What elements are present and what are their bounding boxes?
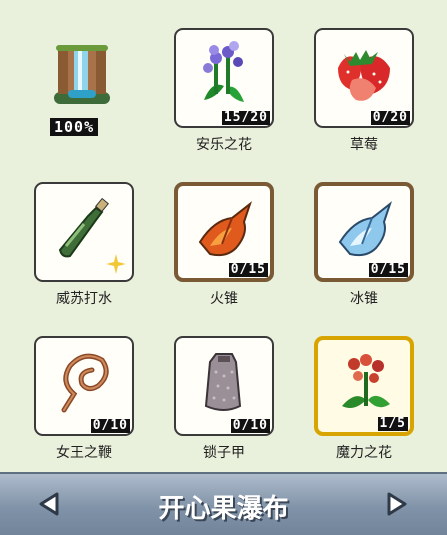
item-slot-strawberry[interactable]: 0/20 — [314, 28, 414, 128]
item-slot-soda[interactable] — [34, 182, 134, 282]
item-count: 0/15 — [368, 262, 408, 277]
item-label: 锁子甲 — [203, 445, 245, 461]
item-slot-queen-whip[interactable]: 0/10 — [34, 336, 134, 436]
ice-cone-icon — [338, 201, 392, 257]
item-slot-magic-flower[interactable]: 1/5 — [314, 336, 414, 436]
waterfall-icon — [54, 45, 110, 104]
item-slot-fire-cone[interactable]: 0/15 — [174, 182, 274, 282]
location-title: 开心果瀑布 — [158, 494, 289, 524]
item-label: 安乐之花 — [196, 137, 252, 153]
item-slot-lavender[interactable]: 15/20 — [174, 28, 274, 128]
sparkle-icon — [106, 254, 126, 274]
item-slot-ice-cone[interactable]: 0/15 — [314, 182, 414, 282]
right-arrow-icon[interactable] — [386, 492, 408, 516]
item-count: 0/10 — [230, 418, 270, 433]
fire-cone-icon — [198, 201, 252, 257]
item-count: 0/20 — [370, 110, 410, 125]
item-count: 0/10 — [90, 418, 130, 433]
item-count: 0/15 — [228, 262, 268, 277]
item-count: 15/20 — [221, 110, 270, 125]
item-label: 魔力之花 — [336, 445, 392, 461]
item-grid: 100% 15/20 安乐之花 0/20 草莓 威苏打水 0/15 火锥 0/1… — [0, 0, 447, 472]
item-label: 威苏打水 — [56, 291, 112, 307]
strawberry-icon — [338, 50, 390, 101]
item-label: 冰锥 — [350, 291, 378, 307]
waterfall-slot[interactable]: 100% — [34, 30, 134, 140]
item-label: 草莓 — [350, 137, 378, 153]
item-count: 1/5 — [377, 416, 408, 431]
lavender-flower-icon — [203, 41, 244, 102]
chainmail-icon — [204, 353, 242, 411]
item-label: 火锥 — [210, 291, 238, 307]
completion-percent: 100% — [50, 118, 99, 136]
magic-flower-icon — [342, 354, 390, 408]
item-slot-chainmail[interactable]: 0/10 — [174, 336, 274, 436]
soda-bottle-icon — [58, 197, 109, 258]
queen-whip-icon — [61, 353, 109, 413]
location-bar: 开心果瀑布 — [0, 472, 447, 535]
item-label: 女王之鞭 — [56, 445, 112, 461]
